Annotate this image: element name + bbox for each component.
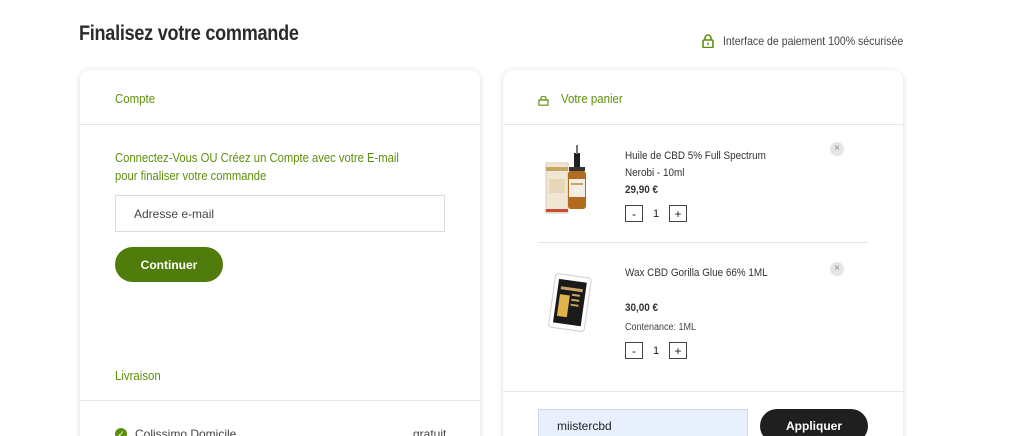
cart-item-name[interactable]: Wax CBD Gorilla Glue 66% 1ML xyxy=(625,265,796,282)
lock-icon xyxy=(702,34,714,49)
decrease-quantity-button[interactable]: - xyxy=(625,342,643,359)
cart-item-price: 29,90 € xyxy=(625,184,659,196)
apply-coupon-button[interactable]: Appliquer xyxy=(760,409,868,436)
cart-item-name[interactable]: Huile de CBD 5% Full Spectrum Nerobi - 1… xyxy=(625,148,796,182)
shipping-heading: Livraison xyxy=(115,368,161,383)
quantity-value: 1 xyxy=(652,344,660,357)
quantity-value: 1 xyxy=(652,207,660,220)
quantity-stepper: - 1 + xyxy=(625,205,687,222)
email-field[interactable] xyxy=(115,195,445,232)
increase-quantity-button[interactable]: + xyxy=(669,205,687,222)
cbd-oil-product-image[interactable] xyxy=(538,145,608,217)
cart-card: Votre panier Huile de CBD 5% Full Spectr… xyxy=(503,70,903,436)
cart-item-variant: Contenance: 1ML xyxy=(625,322,697,333)
remove-item-button[interactable]: × xyxy=(830,262,844,276)
cart-heading: Votre panier xyxy=(561,91,623,106)
coupon-input[interactable] xyxy=(538,409,748,436)
check-icon: ✓ xyxy=(115,428,127,436)
shipping-option-price: gratuit xyxy=(413,427,447,436)
account-heading: Compte xyxy=(115,91,156,106)
bag-icon xyxy=(538,93,549,106)
divider xyxy=(80,400,480,401)
increase-quantity-button[interactable]: + xyxy=(669,342,687,359)
quantity-stepper: - 1 + xyxy=(625,342,687,359)
shipping-option-label: Colissimo Domicile xyxy=(135,427,237,436)
secure-payment-label: Interface de paiement 100% sécurisée xyxy=(723,34,904,48)
cbd-wax-product-image[interactable] xyxy=(538,266,608,338)
continue-button[interactable]: Continuer xyxy=(115,247,223,282)
page-title: Finalisez votre commande xyxy=(79,22,299,45)
cart-item-price: 30,00 € xyxy=(625,302,659,314)
account-card: Compte Connectez-Vous OU Créez un Compte… xyxy=(80,70,480,436)
divider xyxy=(80,124,480,125)
divider xyxy=(503,391,903,392)
decrease-quantity-button[interactable]: - xyxy=(625,205,643,222)
secure-payment-notice: Interface de paiement 100% sécurisée xyxy=(702,34,928,49)
divider xyxy=(503,124,903,125)
shipping-option[interactable]: ✓ Colissimo Domicile xyxy=(115,427,236,436)
remove-item-button[interactable]: × xyxy=(830,142,844,156)
login-prompt: Connectez-Vous OU Créez un Compte avec v… xyxy=(115,151,399,183)
divider xyxy=(538,242,868,243)
